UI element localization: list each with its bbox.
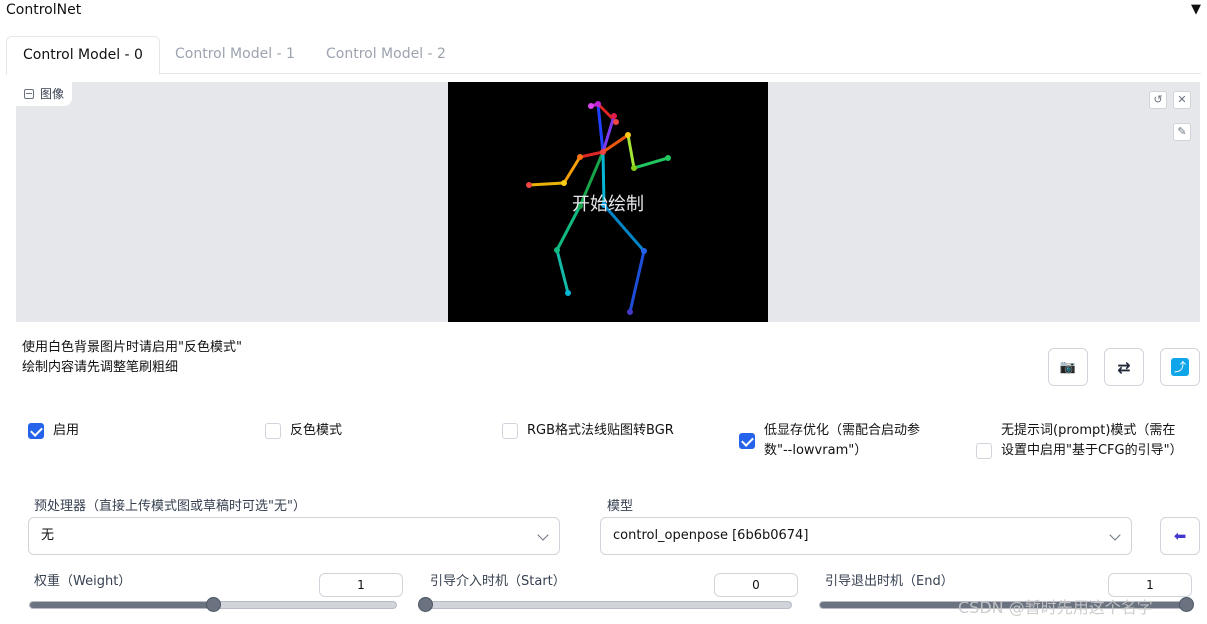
camera-icon: 📷: [1059, 359, 1077, 375]
weight-slider-fill: [30, 602, 213, 608]
end-label: 引导退出时机（End）: [825, 574, 954, 589]
weight-slider-handle[interactable]: [206, 597, 221, 612]
image-label: 图像: [16, 82, 73, 106]
start-drawing-text: 开始绘制: [572, 194, 644, 215]
start-slider[interactable]: [418, 597, 792, 612]
watermark: CSDN @暂时先用这个名字: [958, 598, 1153, 617]
joint-nose: [595, 101, 601, 107]
skeleton-forearm-right: [632, 156, 670, 170]
skeleton-neck-line: [596, 102, 605, 154]
end-slider-handle[interactable]: [1179, 597, 1194, 612]
controlnet-header[interactable]: ControlNet ▼: [6, 2, 1207, 22]
tab-control-model-0[interactable]: Control Model - 0: [6, 36, 160, 75]
start-label: 引导介入时机（Start）: [430, 574, 566, 589]
joint-knee-right: [641, 248, 647, 254]
joint-knee-left: [554, 247, 560, 253]
refresh-models-button[interactable]: ⬅: [1160, 517, 1200, 555]
model-label: 模型: [607, 499, 634, 514]
collapse-toggle-icon[interactable]: ▼: [1191, 2, 1201, 17]
invert-label: 反色模式: [290, 423, 343, 438]
preprocessor-value: 无: [41, 528, 55, 543]
model-select[interactable]: control_openpose [6b6b0674]: [600, 517, 1132, 555]
skeleton-upper-arm-right: [626, 133, 636, 170]
weight-slider[interactable]: [29, 597, 397, 612]
joint-shoulder-left: [577, 154, 583, 160]
lowvram-checkbox-box[interactable]: [739, 433, 755, 449]
rgb-bgr-label: RGB格式法线贴图转BGR: [527, 423, 674, 438]
start-input[interactable]: 0: [714, 573, 798, 597]
invert-checkbox[interactable]: 反色模式: [265, 421, 342, 441]
brush-icon[interactable]: ✎: [1173, 123, 1191, 141]
hint-line-2: 绘制内容请先调整笔刷粗细: [22, 360, 179, 375]
reset-icon[interactable]: ↺: [1149, 91, 1167, 109]
weight-label: 权重（Weight）: [34, 574, 132, 589]
pose-canvas[interactable]: 开始绘制: [448, 82, 768, 322]
skeleton-shin-right: [628, 249, 646, 314]
tab-control-model-1[interactable]: Control Model - 1: [159, 36, 311, 74]
rgb-bgr-checkbox-box[interactable]: [502, 423, 518, 439]
joint-elbow-left: [561, 180, 567, 186]
skeleton-shoulder-left: [578, 150, 605, 159]
skeleton-upper-arm-left: [562, 155, 582, 185]
model-tabs: Control Model - 0 Control Model - 1 Cont…: [6, 36, 1201, 75]
joint-wrist-left: [526, 182, 532, 188]
lowvram-label: 低显存优化（需配合启动参数"--lowvram"）: [764, 423, 921, 458]
joint-elbow-right: [631, 165, 637, 171]
start-slider-handle[interactable]: [418, 597, 433, 612]
enable-checkbox[interactable]: 启用: [28, 421, 79, 441]
image-panel[interactable]: 图像 开始绘制 ↺ ✕ ✎: [16, 82, 1200, 322]
joint-shoulder-right: [625, 132, 631, 138]
guess-mode-label: 无提示词(prompt)模式（需在设置中启用"基于CFG的引导"）: [1001, 423, 1183, 458]
image-label-text: 图像: [40, 87, 65, 101]
close-icon[interactable]: ✕: [1173, 91, 1191, 109]
joint-eye-left: [588, 103, 594, 109]
joint-ankle-left: [565, 290, 571, 296]
hint-line-1: 使用白色背景图片时请启用"反色模式": [22, 340, 242, 355]
joint-wrist-right: [665, 155, 671, 161]
preprocessor-label: 预处理器（直接上传模式图或草稿时可选"无"）: [34, 499, 306, 514]
send-dimensions-button[interactable]: ⤴: [1160, 348, 1200, 386]
guess-mode-checkbox[interactable]: 无提示词(prompt)模式（需在设置中启用"基于CFG的引导"）: [976, 421, 1186, 461]
joint-ear-right: [613, 119, 619, 125]
joint-ankle-right: [627, 309, 633, 315]
invert-checkbox-box[interactable]: [265, 423, 281, 439]
rgb-bgr-checkbox[interactable]: RGB格式法线贴图转BGR: [502, 421, 674, 441]
joint-eye-right: [611, 113, 617, 119]
swap-dimensions-button[interactable]: ⇄: [1104, 348, 1144, 386]
model-value: control_openpose [6b6b0674]: [613, 528, 809, 543]
image-icon: [24, 89, 34, 99]
camera-button[interactable]: 📷: [1048, 348, 1088, 386]
guess-mode-checkbox-box[interactable]: [976, 443, 992, 459]
preprocessor-select[interactable]: 无: [28, 517, 560, 555]
enable-label: 启用: [53, 423, 80, 438]
tab-control-model-2[interactable]: Control Model - 2: [310, 36, 462, 74]
chevron-down-icon: [1109, 529, 1121, 541]
chevron-down-icon: [537, 529, 549, 541]
skeleton-shin-left: [555, 248, 570, 295]
send-icon: ⤴: [1171, 358, 1189, 376]
weight-input[interactable]: 1: [319, 573, 403, 597]
lowvram-checkbox[interactable]: 低显存优化（需配合启动参数"--lowvram"）: [739, 421, 939, 461]
section-title: ControlNet: [6, 2, 82, 18]
refresh-icon: ⬅: [1173, 527, 1187, 545]
skeleton-forearm-left: [527, 181, 566, 187]
joint-neck: [600, 149, 606, 155]
enable-checkbox-box[interactable]: [28, 423, 44, 439]
swap-icon: ⇄: [1117, 357, 1131, 377]
usage-hint: 使用白色背景图片时请启用"反色模式" 绘制内容请先调整笔刷粗细: [22, 338, 242, 378]
